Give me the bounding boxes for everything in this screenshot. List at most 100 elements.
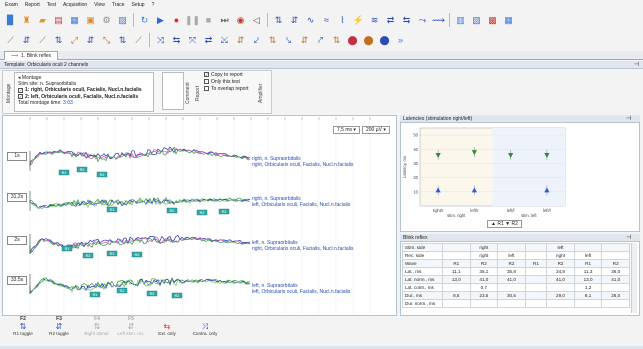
table-cell: 30,5 — [497, 291, 526, 300]
copy-to-report-option[interactable]: ✓ Copy to report — [204, 72, 256, 79]
comment-box[interactable] — [162, 72, 184, 110]
trace-tool-icon[interactable]: ⇅ — [115, 33, 130, 48]
layout-icon[interactable]: ▩ — [485, 13, 500, 28]
report-icon[interactable]: ▤ — [51, 13, 66, 28]
pin-icon[interactable]: ⊣ — [626, 115, 631, 123]
print-icon[interactable]: ▦ — [67, 13, 82, 28]
menu-help[interactable]: ? — [152, 2, 155, 8]
layout-icon[interactable]: ▦ — [501, 13, 516, 28]
trace-tool-icon[interactable]: ⤦ — [249, 33, 264, 48]
trace-tool-icon[interactable]: ⬤ — [377, 33, 392, 48]
markers-group: R1 R2 R2 R1 R2 R2 R2 R2 R2 R1 R2 R2 R2 R1 R2 — [58, 166, 230, 299]
trace-tool-icon[interactable]: ⤤ — [313, 33, 328, 48]
marker-tool-icon[interactable]: ⇵ — [287, 13, 302, 28]
trace-tool-icon[interactable]: ⇵ — [83, 33, 98, 48]
f4-right-stimul-button[interactable]: F4 ⇅ Right stimul. — [80, 317, 114, 347]
comment-vertical-label[interactable]: Comment — [185, 80, 192, 106]
step-icon[interactable]: ⏭ — [217, 13, 232, 28]
trace-tool-icon[interactable]: ⤢ — [67, 33, 82, 48]
export-icon[interactable]: ▣ — [83, 13, 98, 28]
trace-tool-icon[interactable]: ⟋ — [3, 33, 18, 48]
trace-tool-icon[interactable]: ⟋ — [35, 33, 50, 48]
forward-icon[interactable]: » — [393, 33, 408, 48]
sensitivity-select[interactable]: 200 µV ▾ — [362, 126, 390, 134]
patient-icon[interactable]: ♜ — [19, 13, 34, 28]
amplifier-vertical-label[interactable]: Amplifier — [258, 78, 265, 108]
save-icon[interactable]: ▨ — [115, 13, 130, 28]
menu-setup[interactable]: Setup — [132, 2, 145, 8]
wave-tool-icon[interactable]: ∿ — [303, 13, 318, 28]
wave-tool-icon[interactable]: ⌇ — [335, 13, 350, 28]
marker-tool-icon[interactable]: ⇅ — [271, 13, 286, 28]
refresh-icon[interactable]: ↻ — [137, 13, 152, 28]
trace-tool-icon[interactable]: ⬤ — [345, 33, 360, 48]
stop-icon[interactable]: ■ — [201, 13, 216, 28]
wave-tool-icon[interactable]: ⚡ — [351, 13, 366, 28]
montage-row-2-checkbox[interactable]: ✓ — [18, 93, 23, 99]
table-scrollbar[interactable] — [631, 243, 637, 313]
wave-tool-icon[interactable]: ⇄ — [383, 13, 398, 28]
montage-vertical-label[interactable]: Montage — [6, 78, 13, 108]
total-time-value[interactable]: 3:03 — [63, 100, 73, 106]
layout-icon[interactable]: ▥ — [453, 13, 468, 28]
menu-trace[interactable]: Trace — [112, 2, 125, 8]
only-this-test-checkbox[interactable] — [204, 79, 209, 85]
trace-tool-icon[interactable]: ⤥ — [281, 33, 296, 48]
contra-only-button[interactable]: ⤨ Contra. only — [188, 317, 222, 347]
trace-tool-icon[interactable]: ⇄ — [201, 33, 216, 48]
trace-tool-icon[interactable]: ⤨ — [153, 33, 168, 48]
ext-only-button[interactable]: ⇆ Ext. only — [150, 317, 184, 347]
record-icon[interactable]: ● — [169, 13, 184, 28]
trace-tool-icon[interactable]: ⟋ — [131, 33, 146, 48]
channel-label-3[interactable]: 2s — [7, 236, 27, 245]
channel-label-4[interactable]: 33,5s — [7, 276, 27, 285]
trace-tool-icon[interactable]: ⇅ — [329, 33, 344, 48]
layout-icon[interactable]: ▧ — [469, 13, 484, 28]
pin-icon[interactable]: ⊣ — [626, 234, 631, 242]
toolbar-separator — [267, 13, 268, 27]
wave-tool-icon[interactable]: ⤳ — [415, 13, 430, 28]
trace-tool-icon[interactable]: ⇵ — [297, 33, 312, 48]
trace-tool-icon[interactable]: ⬤ — [361, 33, 376, 48]
trace-tool-icon[interactable]: ⇆ — [169, 33, 184, 48]
latencies-y-tick: 50 — [413, 133, 418, 138]
channel-label-2[interactable]: 31,2s — [7, 193, 27, 202]
play-icon[interactable]: ▶ — [153, 13, 168, 28]
wave-tool-icon[interactable]: ⟿ — [431, 13, 446, 28]
to-overlap-checkbox[interactable] — [204, 86, 209, 92]
sweep-speed-select[interactable]: 7,5 ms ▾ — [333, 126, 360, 134]
settings-icon[interactable]: ⚙ — [99, 13, 114, 28]
wave-tool-icon[interactable]: ≈ — [319, 13, 334, 28]
wave-tool-icon[interactable]: ⇆ — [399, 13, 414, 28]
copy-to-report-checkbox[interactable]: ✓ — [204, 72, 209, 78]
channel-label-1[interactable]: 1s — [7, 152, 27, 161]
menu-test[interactable]: Test — [47, 2, 56, 8]
tab-blink-reflex[interactable]: ⟿ 1. Blink reflex — [4, 51, 59, 60]
menu-report[interactable]: Report — [25, 2, 40, 8]
pin-icon[interactable]: ⊣ — [634, 61, 639, 69]
left-stim-icon: ⇵ — [127, 322, 135, 331]
f3-r2-toggle-button[interactable]: F3 ⇵ R2 toggle — [42, 317, 76, 347]
montage-row-1-checkbox[interactable]: ✓ — [18, 87, 23, 93]
pause-icon[interactable]: ❚❚ — [185, 13, 200, 28]
trace-tool-icon[interactable]: ⤡ — [99, 33, 114, 48]
new-exam-icon[interactable]: ▉ — [3, 13, 18, 28]
f5-left-stim-button[interactable]: F5 ⇵ Left stim. mc. — [114, 317, 148, 347]
wave-tool-icon[interactable]: ≋ — [367, 13, 382, 28]
trace-tool-icon[interactable]: ⤧ — [185, 33, 200, 48]
volume-icon[interactable]: ◁ — [249, 13, 264, 28]
trace-tool-icon[interactable]: ⇅ — [51, 33, 66, 48]
menu-acquisition[interactable]: Acquisition — [63, 2, 87, 8]
menu-exam[interactable]: Exam — [5, 2, 18, 8]
to-overlap-option[interactable]: To overlap report — [204, 86, 256, 93]
trace-tool-icon[interactable]: ⤩ — [217, 33, 232, 48]
report-vertical-label[interactable]: Report — [195, 80, 202, 106]
f2-r1-toggle-button[interactable]: F2 ⇅ R1 toggle — [6, 317, 40, 347]
trace-tool-icon[interactable]: ⇵ — [233, 33, 248, 48]
trace-tool-icon[interactable]: ⇅ — [265, 33, 280, 48]
trace-tool-icon[interactable]: ⇵ — [19, 33, 34, 48]
only-this-test-option[interactable]: Only this test — [204, 79, 256, 86]
stim-icon[interactable]: ◉ — [233, 13, 248, 28]
open-icon[interactable]: ▰ — [35, 13, 50, 28]
menu-view[interactable]: View — [94, 2, 105, 8]
